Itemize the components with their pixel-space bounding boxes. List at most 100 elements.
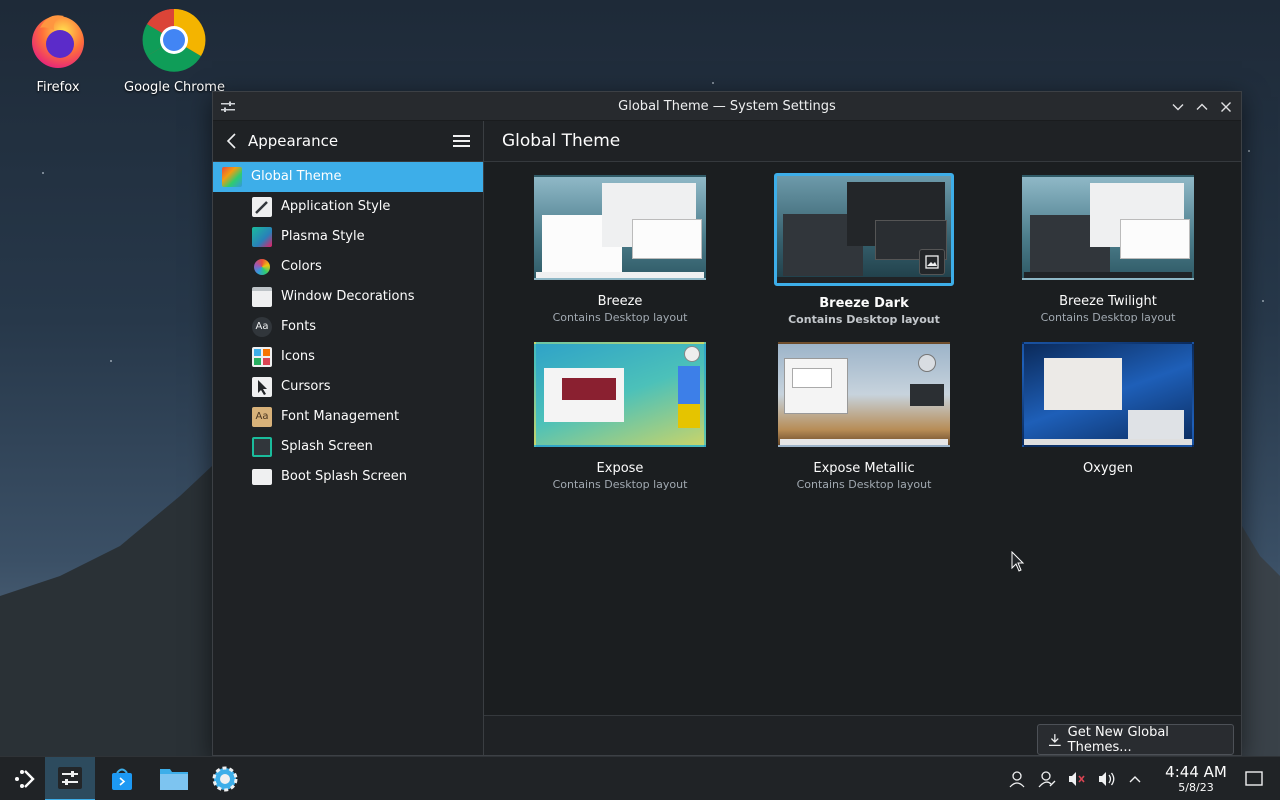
theme-tile-expose-metallic[interactable]: Expose Metallic Contains Desktop layout <box>742 342 986 491</box>
mouse-cursor-icon <box>1011 551 1025 572</box>
theme-preview <box>778 342 950 447</box>
sidebar-item-label: Boot Splash Screen <box>281 469 407 484</box>
chevron-up-icon <box>1196 103 1208 110</box>
theme-name: Expose Metallic <box>813 461 915 476</box>
close-button[interactable] <box>1215 96 1237 118</box>
get-new-global-themes-label: Get New Global Themes... <box>1067 724 1169 755</box>
chevron-down-icon <box>1172 104 1184 111</box>
sidebar-item-fonts[interactable]: Aa Fonts <box>213 312 483 342</box>
application-launcher-button[interactable] <box>0 757 50 800</box>
sidebar-item-colors[interactable]: Colors <box>213 252 483 282</box>
settings-app-icon[interactable] <box>219 98 237 116</box>
splash-screen-icon <box>252 437 272 457</box>
volume-icon[interactable] <box>1097 769 1117 789</box>
theme-tile-oxygen[interactable]: Oxygen <box>986 342 1230 478</box>
hamburger-menu-button[interactable] <box>453 132 470 150</box>
firefox-icon <box>26 8 90 72</box>
theme-description: Contains Desktop layout <box>788 313 940 326</box>
theme-tile-breeze-twilight[interactable]: Breeze Twilight Contains Desktop layout <box>986 175 1230 324</box>
main-header: Global Theme <box>484 121 1241 162</box>
theme-name: Breeze <box>597 294 643 309</box>
back-button[interactable] <box>225 132 239 150</box>
cursors-icon <box>252 377 272 397</box>
theme-description: Contains Desktop layout <box>796 478 932 491</box>
show-desktop-icon[interactable] <box>1244 769 1264 789</box>
sidebar-item-cursors[interactable]: Cursors <box>213 372 483 402</box>
sidebar-item-label: Global Theme <box>251 169 342 184</box>
taskbar-discover[interactable] <box>97 757 147 800</box>
desktop-icon-chrome[interactable]: Google Chrome <box>124 8 225 95</box>
sidebar-item-label: Plasma Style <box>281 229 365 244</box>
kde-connect-icon[interactable] <box>1037 769 1057 789</box>
sidebar-item-font-management[interactable]: Aa Font Management <box>213 402 483 432</box>
plasma-style-icon <box>252 227 272 247</box>
theme-preview <box>534 175 706 280</box>
chrome-icon <box>142 8 206 72</box>
sidebar-item-global-theme[interactable]: Global Theme <box>213 162 483 192</box>
theme-name: Oxygen <box>1082 461 1134 476</box>
digital-clock[interactable]: 4:44 AM 5/8/23 <box>1161 763 1231 794</box>
theme-preview <box>534 342 706 447</box>
image-icon[interactable] <box>919 249 945 275</box>
sidebar-item-window-decorations[interactable]: Window Decorations <box>213 282 483 312</box>
get-new-global-themes-button[interactable]: Get New Global Themes... <box>1037 724 1234 755</box>
microphone-muted-icon[interactable] <box>1066 769 1086 789</box>
minimize-button[interactable] <box>1167 96 1189 118</box>
theme-description: Contains Desktop layout <box>1040 311 1176 324</box>
theme-description: Contains Desktop layout <box>552 478 688 491</box>
window-titlebar[interactable]: Global Theme — System Settings <box>213 92 1241 121</box>
sidebar-item-application-style[interactable]: Application Style <box>213 192 483 222</box>
desktop-icon-label: Firefox <box>36 80 80 95</box>
application-style-icon <box>252 197 272 217</box>
sidebar-item-icons[interactable]: Icons <box>213 342 483 372</box>
icons-icon <box>252 347 272 367</box>
folder-icon <box>160 769 188 790</box>
sidebar: Appearance Global Theme Application Styl… <box>213 121 484 755</box>
chevron-left-icon <box>226 133 236 149</box>
theme-tile-breeze-dark[interactable]: Breeze Dark Contains Desktop layout <box>742 173 986 326</box>
system-settings-window: Global Theme — System Settings Appearanc… <box>212 91 1242 756</box>
theme-tile-expose[interactable]: Expose Contains Desktop layout <box>498 342 742 491</box>
window-decorations-icon <box>252 287 272 307</box>
system-tray-expand-icon[interactable] <box>1125 769 1145 789</box>
theme-tile-breeze[interactable]: Breeze Contains Desktop layout <box>498 175 742 324</box>
page-title: Global Theme <box>502 131 621 151</box>
taskbar-dolphin[interactable] <box>149 757 199 800</box>
download-icon <box>1048 733 1061 746</box>
taskbar: 4:44 AM 5/8/23 <box>0 756 1280 800</box>
sidebar-item-label: Font Management <box>281 409 400 424</box>
sidebar-item-plasma-style[interactable]: Plasma Style <box>213 222 483 252</box>
taskbar-system-settings-alt[interactable] <box>200 757 250 800</box>
global-theme-icon <box>222 167 242 187</box>
theme-name: Breeze Dark <box>819 296 909 311</box>
colors-icon <box>254 259 270 275</box>
sidebar-title: Appearance <box>248 132 339 150</box>
main-content: Global Theme Breeze Contains Desktop lay… <box>484 121 1241 755</box>
desktop-icon-firefox[interactable]: Firefox <box>8 8 108 95</box>
sidebar-item-label: Splash Screen <box>281 439 373 454</box>
system-settings-icon <box>58 767 82 789</box>
sidebar-item-label: Window Decorations <box>281 289 415 304</box>
theme-name: Breeze Twilight <box>1059 294 1157 309</box>
sidebar-item-boot-splash-screen[interactable]: Boot Splash Screen <box>213 462 483 492</box>
theme-preview <box>1022 175 1194 280</box>
fonts-icon: Aa <box>252 317 272 337</box>
theme-preview <box>774 173 954 286</box>
discover-icon <box>112 768 132 790</box>
sidebar-item-label: Fonts <box>281 319 317 334</box>
theme-grid: Breeze Contains Desktop layout Breeze Da… <box>484 162 1241 717</box>
clock-date: 5/8/23 <box>1178 781 1214 794</box>
sidebar-item-splash-screen[interactable]: Splash Screen <box>213 432 483 462</box>
font-management-icon: Aa <box>252 407 272 427</box>
maximize-button[interactable] <box>1191 96 1213 118</box>
sidebar-header: Appearance <box>213 121 483 162</box>
close-icon <box>1221 102 1231 112</box>
user-icon[interactable] <box>1007 769 1027 789</box>
sidebar-item-label: Cursors <box>281 379 331 394</box>
theme-description: Contains Desktop layout <box>552 311 688 324</box>
sidebar-item-label: Application Style <box>281 199 391 214</box>
settings-gear-icon <box>212 766 238 792</box>
clock-time: 4:44 AM <box>1165 763 1227 781</box>
taskbar-system-settings[interactable] <box>45 757 95 800</box>
window-title: Global Theme — System Settings <box>618 98 836 114</box>
